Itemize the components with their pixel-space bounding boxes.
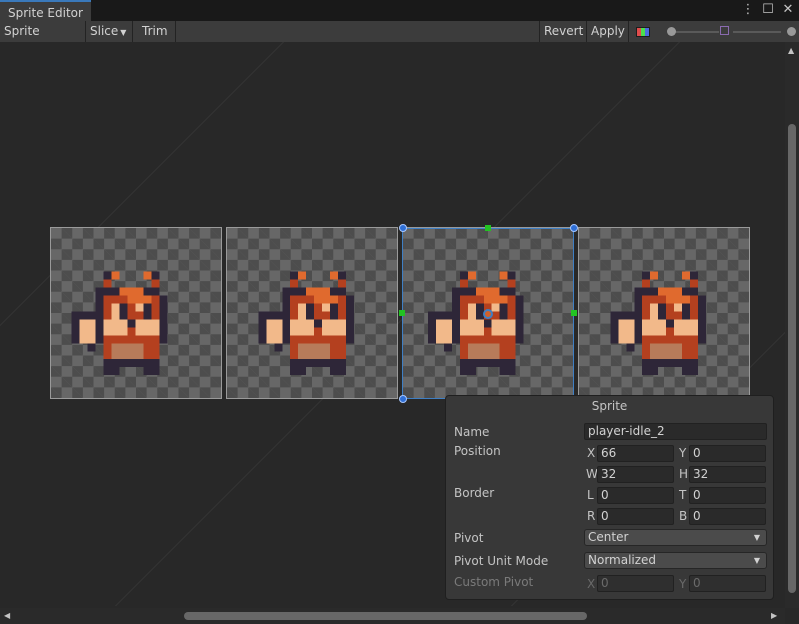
resize-handle-top-right[interactable] bbox=[570, 224, 578, 232]
resize-handle-bottom-left[interactable] bbox=[399, 395, 407, 403]
pivot-handle[interactable] bbox=[483, 309, 493, 319]
horizontal-scroll-thumb[interactable] bbox=[184, 612, 587, 620]
mip-slider-track[interactable] bbox=[733, 31, 781, 33]
scroll-left-icon[interactable]: ◀ bbox=[4, 611, 10, 620]
rgb-icon bbox=[636, 27, 650, 37]
horizontal-scrollbar[interactable]: ◀ ▶ bbox=[0, 608, 785, 624]
fox-sprite-image bbox=[610, 271, 706, 376]
sprite-editor-dropdown[interactable]: Sprite Editor▼ bbox=[0, 21, 86, 59]
resize-handle-top-left[interactable] bbox=[399, 224, 407, 232]
chevron-down-icon: ▼ bbox=[753, 533, 760, 542]
title-bar: Sprite Editor ⋮ ☐ ✕ bbox=[0, 0, 799, 22]
l-label: L bbox=[587, 488, 594, 502]
pivot-dropdown-value: Center bbox=[588, 530, 629, 544]
b-label: B bbox=[679, 509, 688, 523]
position-h-field[interactable]: 32 bbox=[689, 466, 766, 483]
dropdown-caret-icon: ▼ bbox=[120, 28, 127, 37]
tab-sprite-editor[interactable]: Sprite Editor bbox=[0, 0, 91, 21]
h-label: H bbox=[679, 467, 689, 481]
x-label: X bbox=[587, 446, 596, 460]
trim-button[interactable]: Trim bbox=[133, 21, 176, 42]
custom-pivot-x-field: 0 bbox=[597, 575, 674, 592]
position-x-field[interactable]: 66 bbox=[597, 445, 674, 462]
apply-button[interactable]: Apply bbox=[587, 21, 629, 42]
scroll-right-icon[interactable]: ▶ bbox=[771, 611, 777, 620]
zoom-slider-thumb[interactable] bbox=[667, 27, 676, 36]
slice-dropdown[interactable]: Slice ▼ bbox=[86, 21, 133, 42]
y-label: Y bbox=[679, 446, 687, 460]
custom-pivot-label: Custom Pivot bbox=[454, 575, 534, 589]
fox-sprite-image bbox=[71, 271, 168, 376]
t-label: T bbox=[679, 488, 687, 502]
fox-sprite-image bbox=[258, 271, 354, 376]
border-t-field[interactable]: 0 bbox=[689, 487, 766, 504]
revert-button[interactable]: Revert bbox=[539, 21, 587, 42]
mip-slider-thumb[interactable] bbox=[787, 27, 796, 36]
custom-pivot-y-label: Y bbox=[679, 577, 687, 591]
custom-pivot-y-field: 0 bbox=[689, 575, 766, 592]
vertical-scroll-thumb[interactable] bbox=[788, 124, 796, 593]
sprite-frame-0[interactable] bbox=[50, 227, 222, 399]
color-channel-button[interactable] bbox=[631, 24, 653, 39]
pivot-unit-mode-value: Normalized bbox=[588, 553, 657, 567]
position-y-field[interactable]: 0 bbox=[689, 445, 766, 462]
sprite-frame-1[interactable] bbox=[226, 227, 398, 399]
name-field[interactable]: player-idle_2 bbox=[584, 423, 767, 440]
border-b-field[interactable]: 0 bbox=[689, 508, 766, 525]
pivot-unit-mode-dropdown[interactable]: Normalized ▼ bbox=[584, 552, 767, 569]
close-icon[interactable]: ✕ bbox=[781, 2, 795, 18]
slice-label: Slice bbox=[90, 24, 119, 38]
position-label: Position bbox=[454, 444, 501, 458]
name-label: Name bbox=[454, 425, 490, 439]
position-w-field[interactable]: 32 bbox=[597, 466, 674, 483]
maximize-icon[interactable]: ☐ bbox=[761, 2, 775, 18]
pivot-unit-mode-label: Pivot Unit Mode bbox=[454, 554, 549, 568]
edge-handle-left[interactable] bbox=[399, 310, 405, 316]
sprite-inspector-panel: Sprite Name player-idle_2 Position X 66 … bbox=[445, 395, 774, 600]
custom-pivot-x-label: X bbox=[587, 577, 596, 591]
r-label: R bbox=[587, 509, 596, 523]
mip-icon bbox=[720, 26, 729, 35]
panel-title: Sprite bbox=[591, 399, 628, 413]
pivot-label: Pivot bbox=[454, 531, 484, 545]
chevron-down-icon: ▼ bbox=[753, 556, 760, 565]
edge-handle-top[interactable] bbox=[485, 225, 491, 231]
border-r-field[interactable]: 0 bbox=[597, 508, 674, 525]
more-icon[interactable]: ⋮ bbox=[741, 2, 755, 18]
edge-handle-right[interactable] bbox=[571, 310, 577, 316]
vertical-scrollbar[interactable]: ▲ bbox=[785, 42, 799, 608]
toolbar: Sprite Editor▼ Slice▼ Trim Revert Apply bbox=[0, 21, 799, 59]
scroll-up-icon[interactable]: ▲ bbox=[788, 46, 794, 55]
sprite-frame-3[interactable] bbox=[578, 227, 750, 399]
border-label: Border bbox=[454, 486, 495, 500]
border-l-field[interactable]: 0 bbox=[597, 487, 674, 504]
pivot-dropdown[interactable]: Center ▼ bbox=[584, 529, 767, 546]
zoom-slider-track[interactable] bbox=[671, 31, 719, 33]
